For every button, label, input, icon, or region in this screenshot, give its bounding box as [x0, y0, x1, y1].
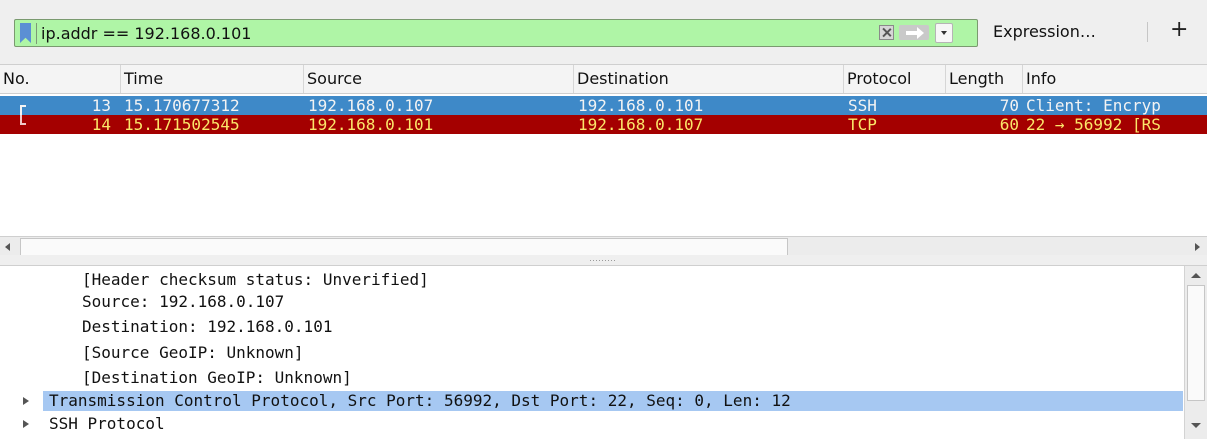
column-header-time[interactable]: Time — [121, 65, 304, 93]
cell-protocol: SSH — [848, 96, 877, 115]
chevron-down-icon[interactable] — [935, 23, 953, 43]
display-filter-toolbar: Expression… + — [0, 0, 1207, 64]
cell-protocol: TCP — [848, 115, 877, 134]
pane-splitter[interactable] — [0, 255, 1207, 265]
detail-text: SSH Protocol — [49, 414, 165, 433]
packet-list: No. Time Source Destination Protocol Len… — [0, 64, 1207, 261]
column-header-destination[interactable]: Destination — [574, 65, 844, 93]
detail-line[interactable]: Destination: 192.168.0.101 — [0, 317, 1183, 337]
cell-source: 192.168.0.101 — [308, 115, 434, 134]
expression-button[interactable]: Expression… — [993, 22, 1096, 41]
detail-line[interactable]: Source: 192.168.0.107 — [0, 292, 1183, 312]
column-header-no[interactable]: No. — [0, 65, 121, 93]
bookmark-icon[interactable] — [20, 23, 31, 43]
add-filter-button[interactable]: + — [1170, 17, 1188, 43]
column-header-protocol[interactable]: Protocol — [844, 65, 946, 93]
display-filter-input[interactable] — [41, 21, 861, 45]
arrow-right-icon[interactable] — [899, 25, 929, 40]
cell-info: Client: Encryp — [1026, 96, 1161, 115]
related-packet-marker — [20, 115, 26, 125]
scroll-down-arrow-icon[interactable] — [1191, 423, 1201, 428]
splitter-handle[interactable] — [590, 260, 616, 261]
detail-line-ssh[interactable]: SSH Protocol — [0, 414, 1183, 434]
detail-line[interactable]: [Source GeoIP: Unknown] — [0, 343, 1183, 363]
detail-line-tcp[interactable]: Transmission Control Protocol, Src Port:… — [0, 391, 1183, 411]
packet-row-selected[interactable]: 13 15.170677312 192.168.0.107 192.168.0.… — [0, 96, 1207, 115]
cell-time: 15.171502545 — [124, 115, 240, 134]
packet-details-pane: [Header checksum status: Unverified] Sou… — [0, 265, 1207, 439]
cell-destination: 192.168.0.101 — [578, 96, 704, 115]
column-header-length[interactable]: Length — [946, 65, 1023, 93]
cell-source: 192.168.0.107 — [308, 96, 434, 115]
cell-length: 60 — [999, 115, 1019, 134]
cell-no: 13 — [91, 96, 111, 115]
cell-destination: 192.168.0.107 — [578, 115, 704, 134]
detail-text: [Source GeoIP: Unknown] — [82, 343, 304, 362]
detail-text: Destination: 192.168.0.101 — [82, 317, 333, 336]
clear-x-icon[interactable] — [879, 25, 894, 40]
bookmark-separator — [36, 23, 37, 44]
expand-arrow-icon[interactable] — [23, 397, 29, 405]
detail-text: Transmission Control Protocol, Src Port:… — [49, 391, 791, 410]
expand-arrow-icon[interactable] — [23, 420, 29, 428]
scroll-right-arrow-icon[interactable] — [1195, 243, 1200, 251]
detail-text: [Destination GeoIP: Unknown] — [82, 368, 352, 387]
column-header-source[interactable]: Source — [304, 65, 574, 93]
cell-no: 14 — [91, 115, 111, 134]
detail-text: [Header checksum status: Unverified] — [82, 270, 429, 289]
scroll-left-arrow-icon[interactable] — [5, 243, 10, 251]
packet-list-header: No. Time Source Destination Protocol Len… — [0, 64, 1207, 94]
related-packet-marker — [20, 105, 26, 115]
toolbar-separator — [1147, 22, 1148, 42]
packet-row[interactable]: 14 15.171502545 192.168.0.101 192.168.0.… — [0, 115, 1207, 134]
cell-length: 70 — [999, 96, 1019, 115]
details-vertical-scrollbar[interactable] — [1184, 266, 1207, 439]
detail-text: Source: 192.168.0.107 — [82, 292, 285, 311]
scroll-up-arrow-icon[interactable] — [1191, 273, 1201, 278]
detail-line[interactable]: [Destination GeoIP: Unknown] — [0, 368, 1183, 388]
display-filter-box[interactable] — [14, 19, 978, 47]
column-header-info[interactable]: Info — [1023, 65, 1207, 93]
cell-time: 15.170677312 — [124, 96, 240, 115]
detail-line[interactable]: [Header checksum status: Unverified] — [0, 270, 1183, 290]
scrollbar-thumb[interactable] — [1187, 285, 1205, 401]
cell-info: 22 → 56992 [RS — [1026, 115, 1161, 134]
